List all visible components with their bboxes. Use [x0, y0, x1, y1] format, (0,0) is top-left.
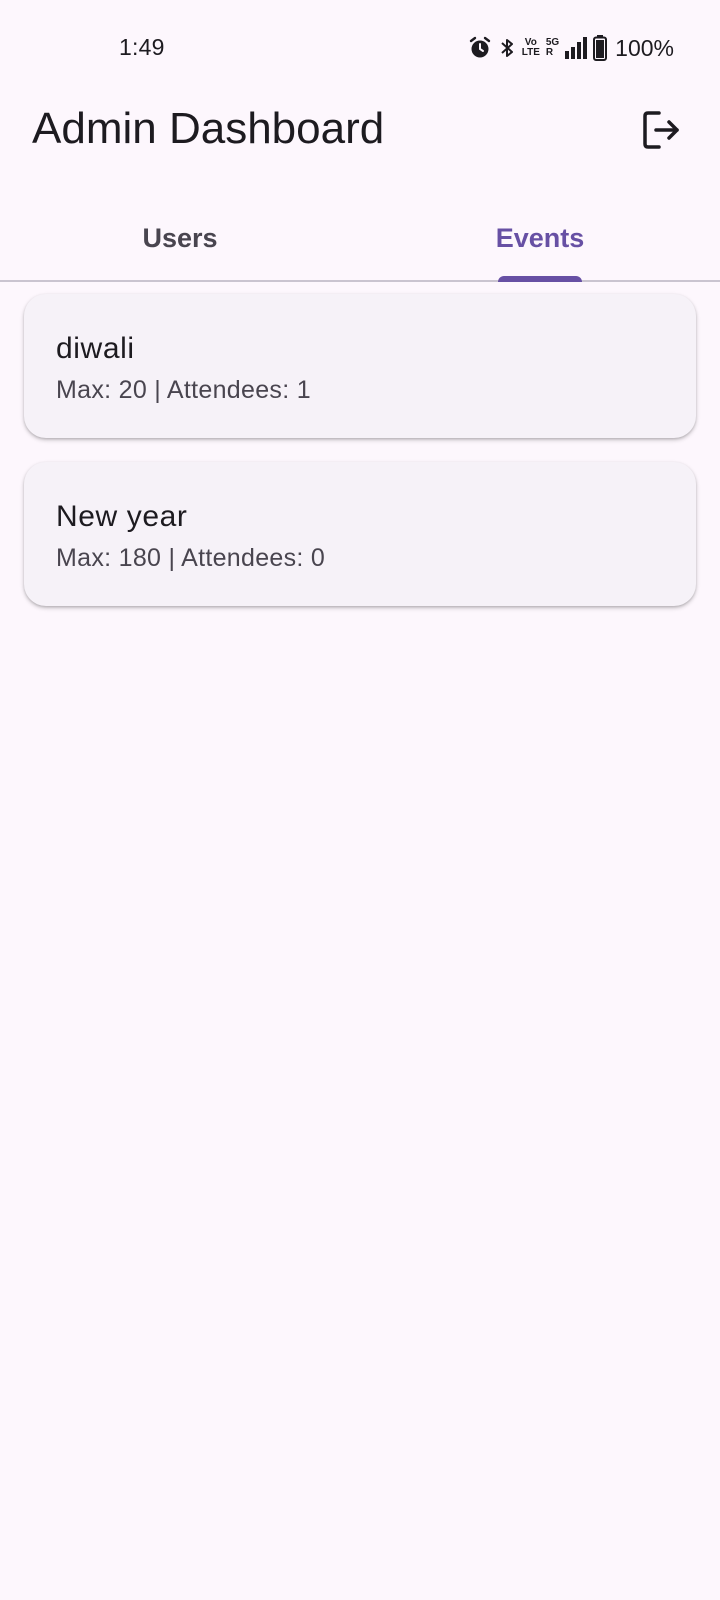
network-5g-icon: 5G R [546, 38, 559, 58]
event-list: diwali Max: 20 | Attendees: 1 New year M… [24, 294, 696, 630]
tab-events[interactable]: Events [360, 196, 720, 280]
event-card[interactable]: diwali Max: 20 | Attendees: 1 [24, 294, 696, 438]
signal-strength-icon [565, 37, 588, 59]
event-card[interactable]: New year Max: 180 | Attendees: 0 [24, 462, 696, 606]
status-bar: 1:49 Vo LTE 5G R 100% [0, 0, 720, 96]
tab-bar: Users Events [0, 196, 720, 282]
bluetooth-icon [498, 36, 516, 60]
event-name: diwali [56, 332, 135, 365]
status-time: 1:49 [119, 34, 165, 60]
event-meta: Max: 20 | Attendees: 1 [56, 376, 311, 404]
logout-button[interactable] [636, 106, 688, 158]
volte-bottom-label: LTE [521, 47, 540, 58]
page-title: Admin Dashboard [32, 104, 385, 153]
network-roaming-label: R [545, 47, 554, 58]
tab-users[interactable]: Users [0, 196, 360, 280]
event-name: New year [56, 500, 188, 533]
alarm-icon [468, 36, 492, 60]
volte-icon: Vo LTE [522, 38, 540, 58]
battery-percent: 100% [615, 34, 674, 61]
status-icons: Vo LTE 5G R 100% [468, 33, 674, 63]
event-meta: Max: 180 | Attendees: 0 [56, 544, 326, 572]
tab-indicator [498, 276, 582, 282]
logout-icon [641, 109, 683, 156]
battery-icon [593, 35, 608, 61]
